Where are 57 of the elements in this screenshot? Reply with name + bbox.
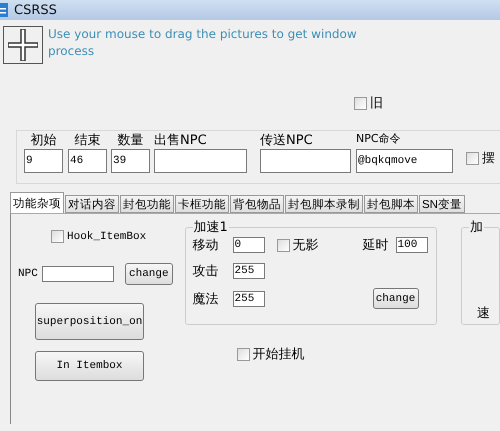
checkbox-label: 旧: [370, 94, 383, 112]
group-title: 加: [468, 219, 484, 236]
checkbox[interactable]: 开始挂机: [236, 345, 305, 363]
number-field[interactable]: 255: [232, 290, 265, 306]
change-button[interactable]: change: [124, 263, 173, 285]
crosshair-icon: [8, 29, 38, 61]
tab[interactable]: 卡框功能: [175, 195, 229, 213]
number-field[interactable]: 255: [232, 263, 265, 279]
number-field[interactable]: 0: [232, 237, 265, 253]
text-field[interactable]: 39: [111, 149, 150, 173]
tab[interactable]: 对话内容: [65, 195, 119, 213]
field-label: 出售NPC: [154, 132, 207, 149]
checkbox-label: 摆: [482, 149, 495, 167]
checkbox-label: 无影: [292, 236, 319, 254]
field-label: 移动: [192, 237, 219, 254]
checkbox-box[interactable]: [236, 348, 250, 360]
action-button[interactable]: In Itembox: [35, 351, 144, 381]
checkbox[interactable]: Hook_ItemBox: [51, 230, 146, 243]
checkbox-label: 开始挂机: [252, 345, 305, 363]
checkbox[interactable]: 无影: [276, 236, 319, 254]
window-title: CSRSS: [14, 2, 57, 18]
field-label: 结束: [74, 132, 100, 149]
checkbox-box[interactable]: [276, 238, 290, 252]
checkbox-box[interactable]: [354, 96, 367, 110]
checkbox-box[interactable]: [466, 152, 479, 164]
npc-field[interactable]: [42, 266, 114, 282]
tab[interactable]: 背包物品: [230, 195, 284, 213]
field-label: 攻击: [192, 263, 219, 280]
checkbox[interactable]: 旧: [354, 94, 383, 112]
tab[interactable]: SN变量: [419, 195, 465, 213]
checkbox-box[interactable]: [51, 230, 64, 243]
field-label: NPC命令: [356, 131, 401, 147]
text-field[interactable]: 46: [68, 149, 107, 173]
change-button[interactable]: change: [372, 288, 419, 309]
finder-target[interactable]: [3, 26, 43, 64]
instruction-text: Use your mouse to drag the pictures to get window process: [48, 26, 358, 60]
field-label: 传送NPC: [260, 132, 313, 149]
tab[interactable]: 功能杂项: [10, 192, 64, 213]
group-title: 加速1: [192, 219, 229, 236]
number-field[interactable]: 100: [396, 237, 428, 253]
field-label: 初始: [30, 132, 56, 149]
checkbox-label: Hook_ItemBox: [67, 230, 146, 242]
tab[interactable]: 封包功能: [120, 195, 174, 213]
field-label: 速: [476, 305, 490, 322]
field-label: 延时: [362, 237, 389, 254]
action-button[interactable]: superposition_on: [35, 303, 144, 340]
app-icon: [0, 3, 8, 17]
text-field[interactable]: [260, 149, 351, 173]
checkbox[interactable]: 摆: [466, 149, 495, 167]
field-label: NPC: [18, 268, 38, 280]
tab[interactable]: 封包脚本录制: [285, 195, 363, 213]
field-label: 数量: [118, 132, 144, 149]
tab[interactable]: 封包脚本: [364, 195, 418, 213]
text-field[interactable]: @bqkqmove: [356, 149, 453, 173]
text-field[interactable]: 9: [24, 149, 63, 173]
text-field[interactable]: [154, 149, 247, 173]
field-label: 魔法: [192, 290, 219, 308]
